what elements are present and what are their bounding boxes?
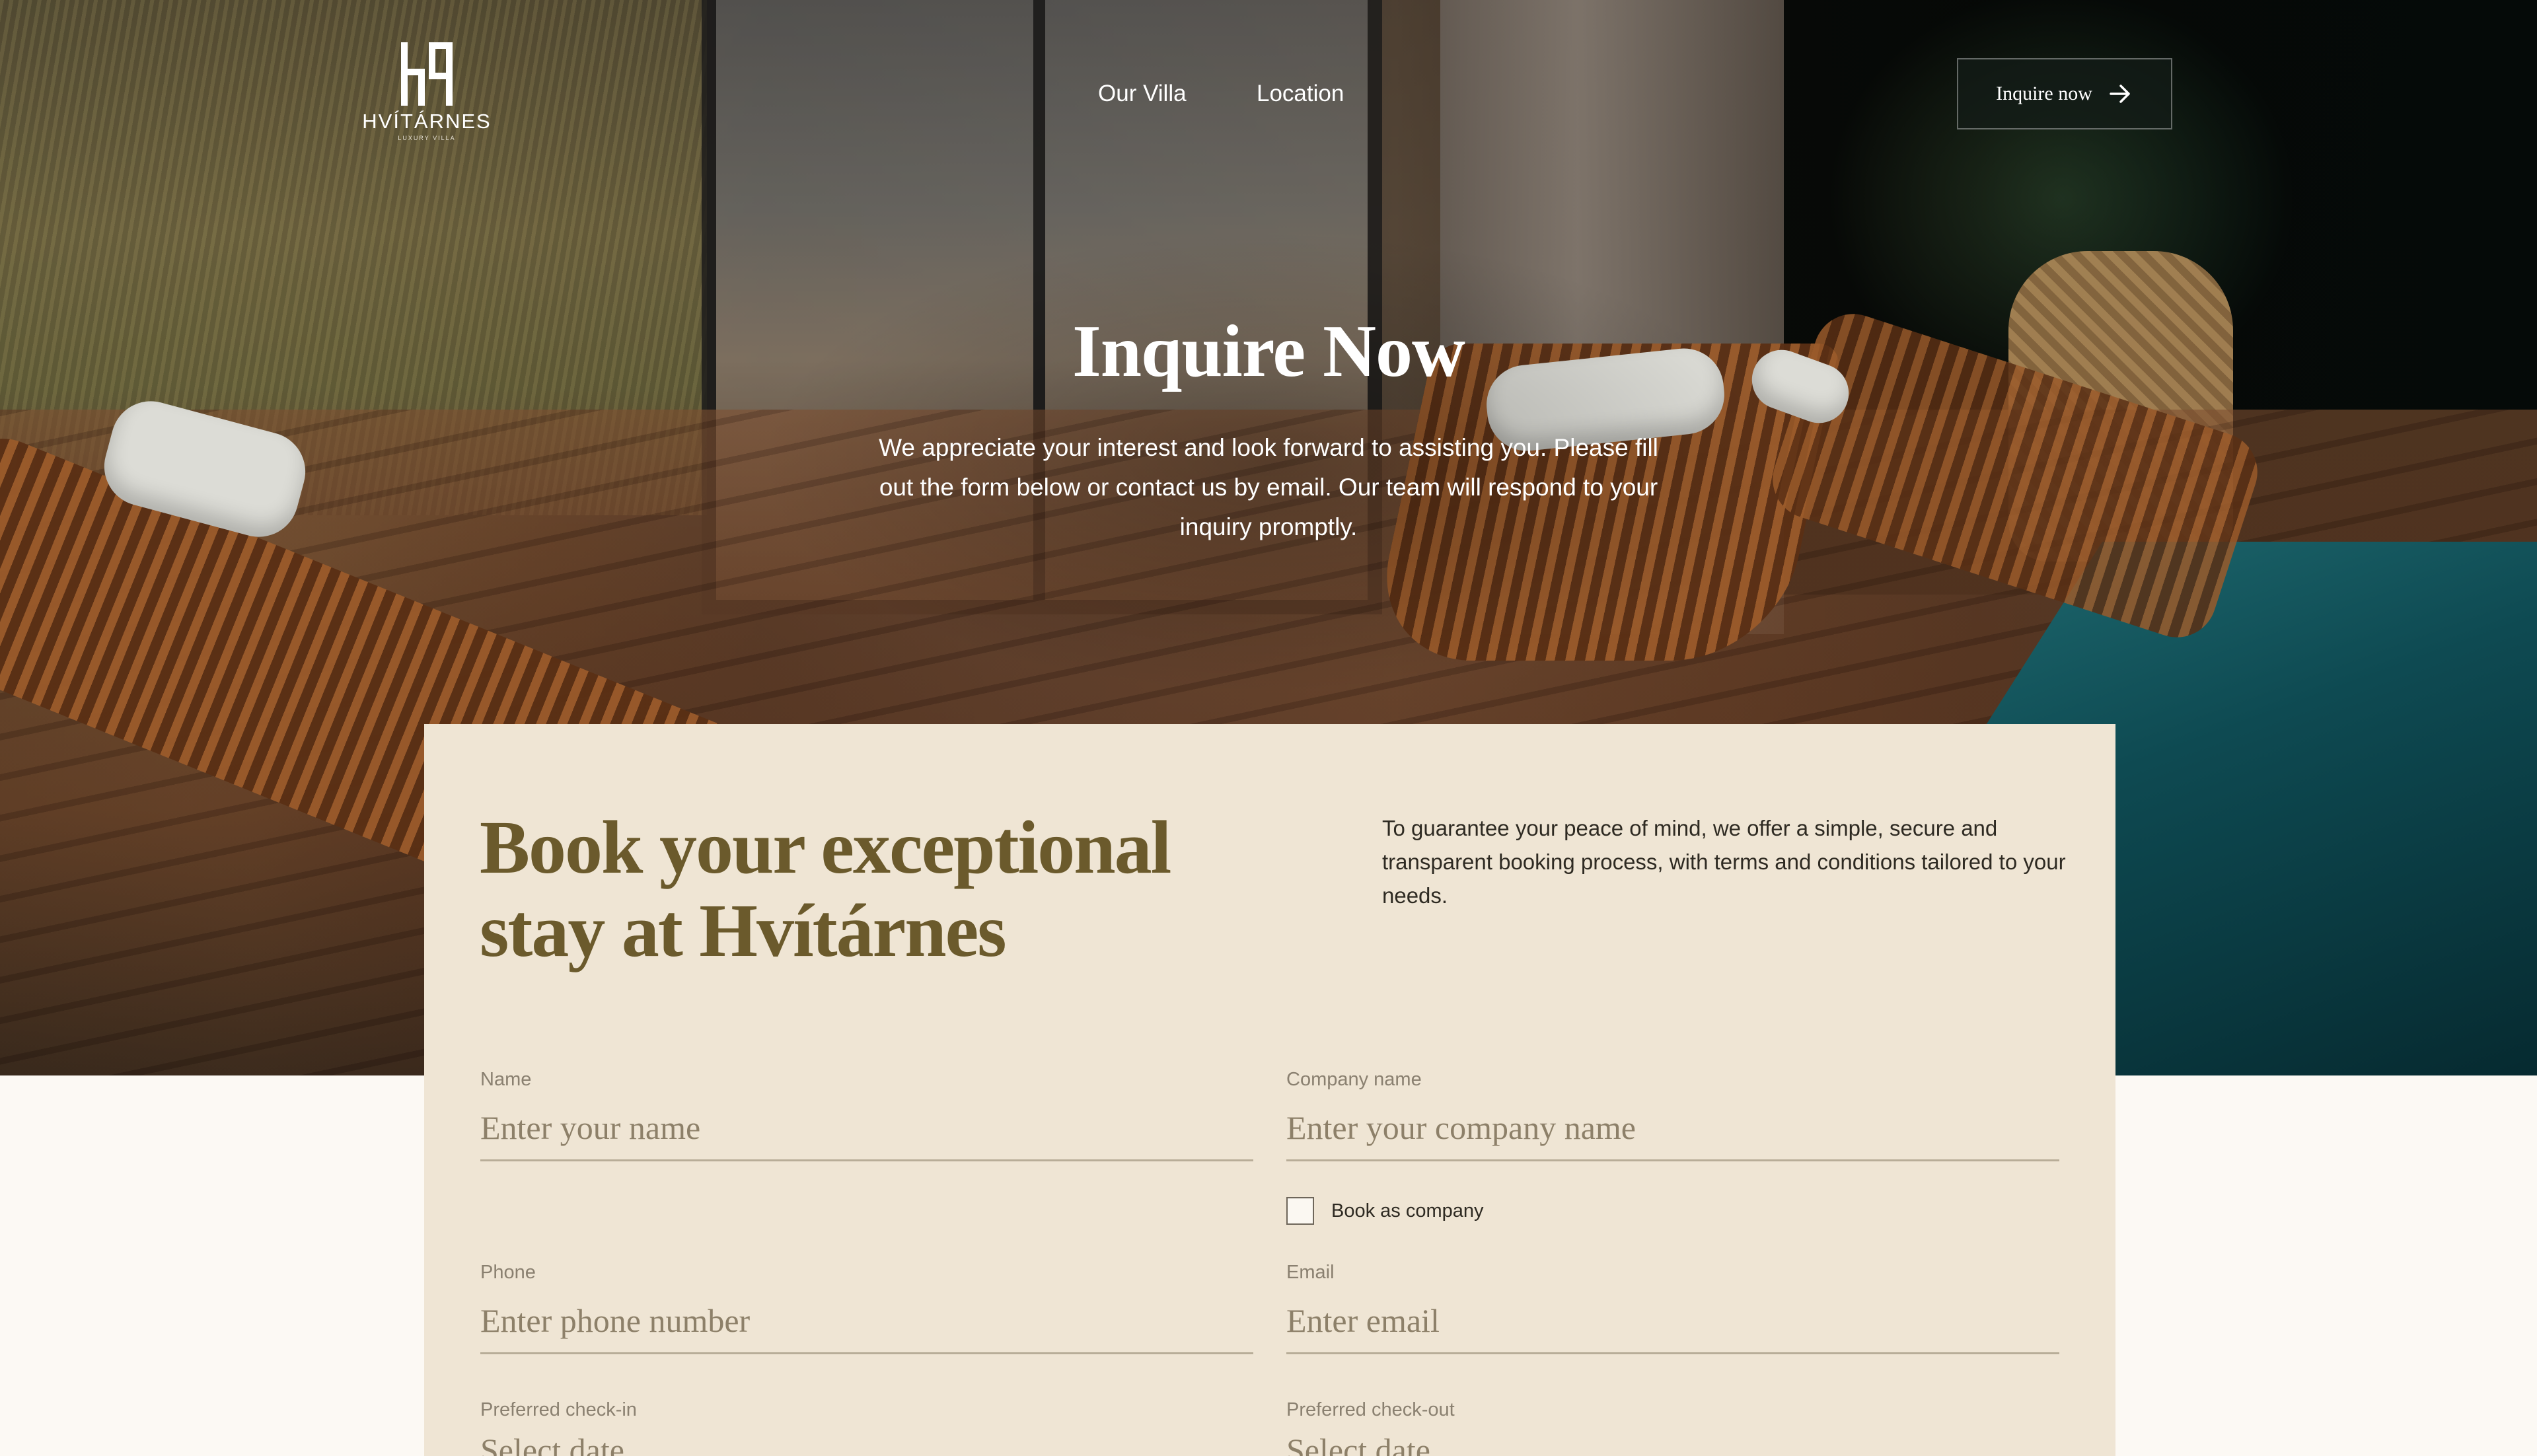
phone-input[interactable]	[480, 1288, 1253, 1354]
booking-title: Book your exceptional stay at Hvítárnes	[480, 805, 1171, 972]
checkout-date-picker[interactable]: Select date	[1286, 1431, 1430, 1456]
inquire-now-label: Inquire now	[1996, 83, 2092, 104]
booking-intro: To guarantee your peace of mind, we offe…	[1382, 816, 2066, 908]
hero-subtitle: We appreciate your interest and look for…	[879, 434, 1658, 540]
arrow-right-icon	[2110, 85, 2130, 103]
page-title: Inquire Now	[1072, 310, 1465, 392]
booking-form-card: Book your exceptional stay at Hvítárnes …	[424, 724, 2115, 1456]
phone-label: Phone	[480, 1262, 536, 1283]
brand-logo[interactable]: HVÍTÁRNES LUXURY VILLA	[362, 42, 490, 148]
company-input[interactable]	[1286, 1095, 2059, 1161]
book-as-company-label: Book as company	[1331, 1200, 1484, 1221]
brand-tagline: LUXURY VILLA	[398, 135, 456, 141]
nav-link-location[interactable]: Location	[1257, 81, 1344, 107]
inquire-now-button[interactable]: Inquire now	[1957, 58, 2172, 129]
email-label: Email	[1286, 1262, 1335, 1283]
name-input[interactable]	[480, 1095, 1253, 1161]
email-input[interactable]	[1286, 1288, 2059, 1354]
logo-mark-icon	[401, 42, 453, 106]
nav-link-our-villa[interactable]: Our Villa	[1098, 81, 1187, 107]
company-label: Company name	[1286, 1069, 1422, 1090]
checkin-label: Preferred check-in	[480, 1399, 637, 1420]
name-label: Name	[480, 1069, 532, 1090]
book-as-company-row[interactable]: Book as company	[1286, 1197, 1484, 1225]
checkin-date-picker[interactable]: Select date	[480, 1431, 624, 1456]
book-as-company-checkbox[interactable]	[1286, 1197, 1314, 1225]
brand-name: HVÍTÁRNES	[362, 110, 492, 133]
checkout-label: Preferred check-out	[1286, 1399, 1455, 1420]
